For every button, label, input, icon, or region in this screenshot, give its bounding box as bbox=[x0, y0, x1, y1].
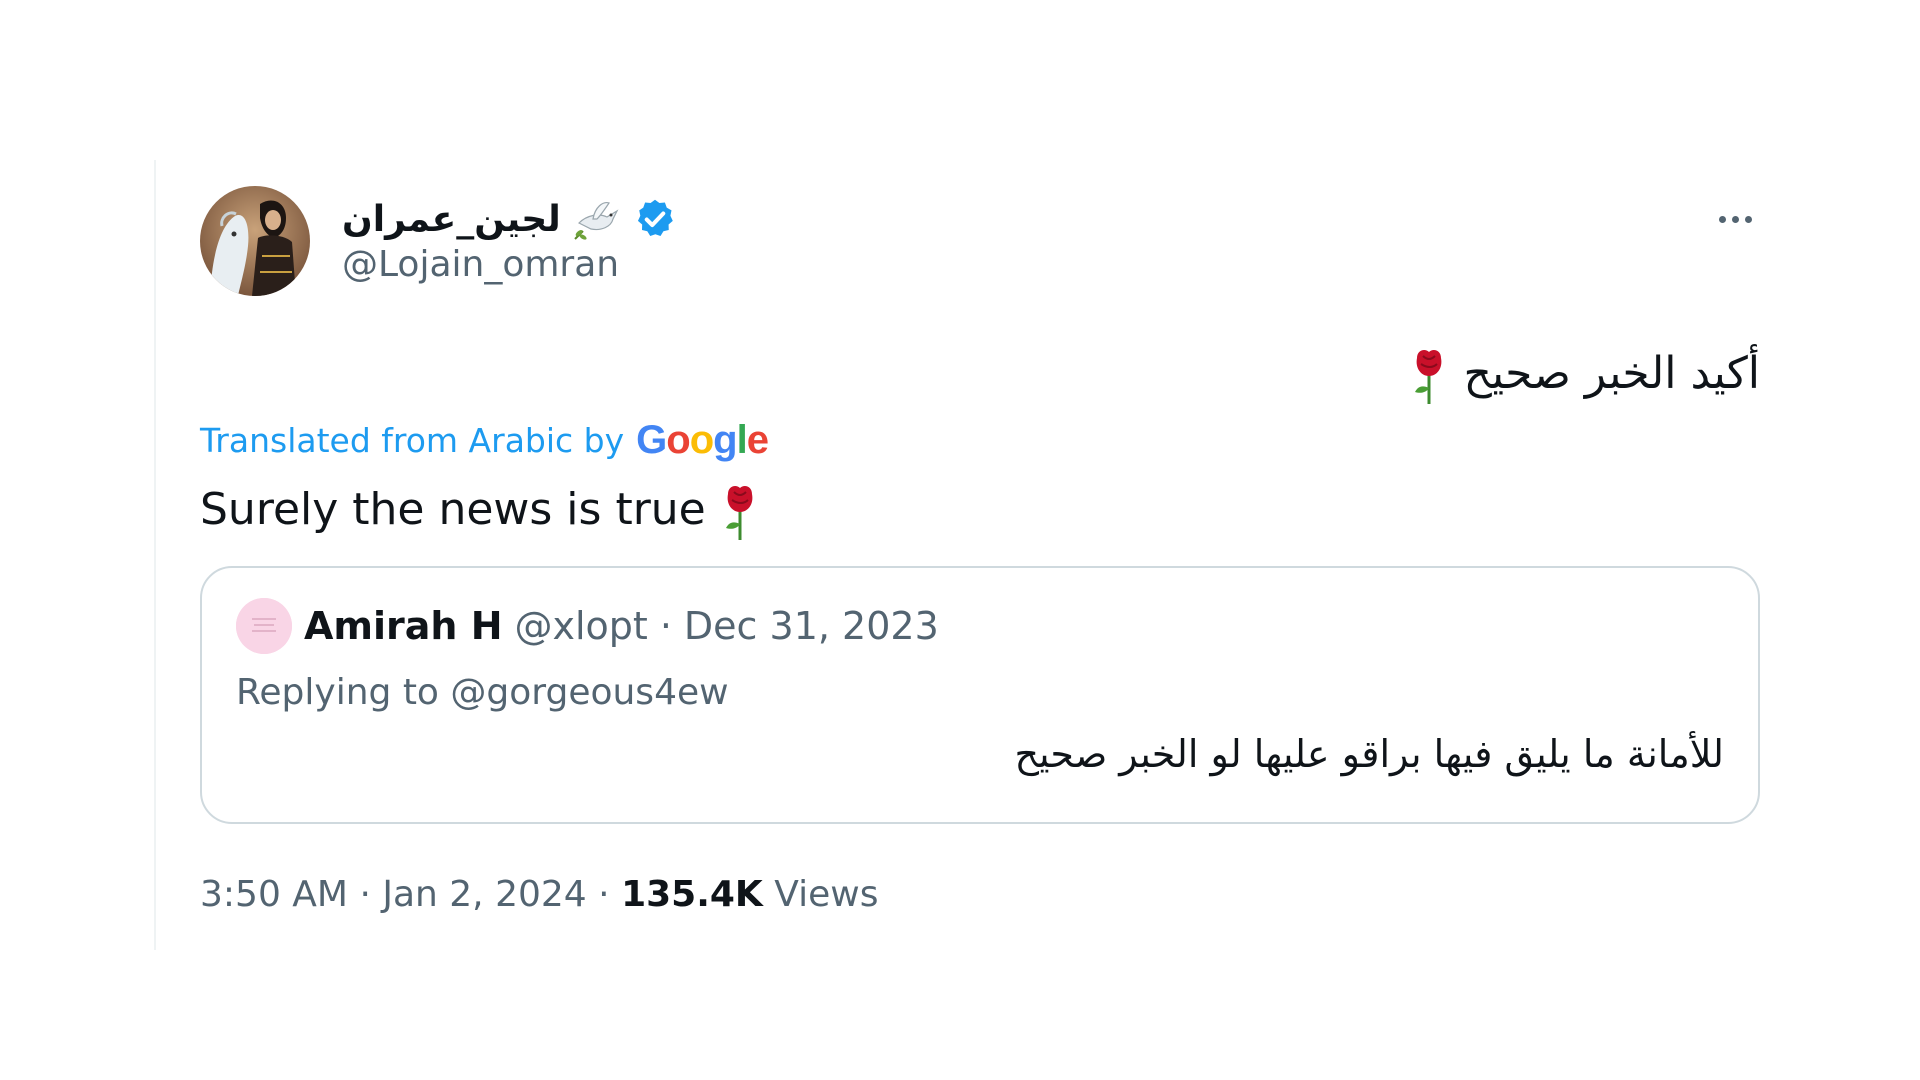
tweet: لجين_عمران @Lojain_omran أكيد الخبر صحيح… bbox=[200, 186, 1760, 915]
rose-emoji-icon bbox=[720, 484, 760, 540]
footer-separator: · bbox=[598, 874, 610, 915]
more-options-icon[interactable] bbox=[1710, 204, 1760, 234]
quoted-tweet-card[interactable]: Amirah H @xlopt · Dec 31, 2023 Replying … bbox=[200, 566, 1760, 824]
more-dot bbox=[1731, 215, 1739, 223]
quoted-tweet-header: Amirah H @xlopt · Dec 31, 2023 bbox=[236, 598, 939, 654]
quoted-tweet-date[interactable]: Dec 31, 2023 bbox=[684, 604, 939, 648]
author-name-row: لجين_عمران bbox=[342, 192, 677, 246]
rose-emoji-icon bbox=[1409, 348, 1449, 404]
more-dot bbox=[1744, 215, 1752, 223]
author-handle[interactable]: @Lojain_omran bbox=[342, 244, 619, 285]
tweet-footer: 3:50 AM · Jan 2, 2024 · 135.4K Views bbox=[200, 874, 1760, 915]
quoted-tweet-text: للأمانة ما يليق فيها براقو عليها لو الخب… bbox=[1014, 732, 1724, 776]
verified-badge-icon bbox=[633, 197, 677, 241]
replying-handle[interactable]: @gorgeous4ew bbox=[450, 672, 728, 713]
original-text-content: أكيد الخبر صحيح bbox=[1463, 348, 1760, 399]
tweet-date[interactable]: Jan 2, 2024 bbox=[382, 874, 586, 915]
tweet-translated-text: Surely the news is true bbox=[200, 478, 1760, 542]
replying-label: Replying to bbox=[236, 672, 439, 713]
replying-to: Replying to @gorgeous4ew bbox=[236, 672, 729, 713]
tweet-time[interactable]: 3:50 AM bbox=[200, 874, 348, 915]
tweet-header: لجين_عمران @Lojain_omran bbox=[200, 186, 1760, 298]
views-count: 135.4K bbox=[621, 874, 763, 915]
google-logo: Google bbox=[636, 417, 769, 462]
quoted-author-name[interactable]: Amirah H bbox=[304, 604, 503, 648]
dove-olive-branch-icon bbox=[573, 197, 621, 241]
quoted-author-avatar[interactable] bbox=[236, 598, 292, 654]
timeline-divider bbox=[154, 160, 156, 950]
translation-label: Translated from Arabic by bbox=[200, 420, 625, 460]
tweet-original-text: أكيد الخبر صحيح bbox=[200, 342, 1760, 406]
more-dot bbox=[1718, 215, 1726, 223]
translation-attribution[interactable]: Translated from Arabic by Google bbox=[200, 416, 1760, 464]
views-label: Views bbox=[774, 874, 879, 915]
quoted-author-handle[interactable]: @xlopt bbox=[515, 604, 648, 648]
author-display-name[interactable]: لجين_عمران bbox=[342, 199, 561, 240]
meta-separator: · bbox=[659, 604, 672, 648]
translated-text-content: Surely the news is true bbox=[200, 484, 706, 535]
author-avatar[interactable] bbox=[200, 186, 310, 296]
footer-separator: · bbox=[359, 874, 371, 915]
